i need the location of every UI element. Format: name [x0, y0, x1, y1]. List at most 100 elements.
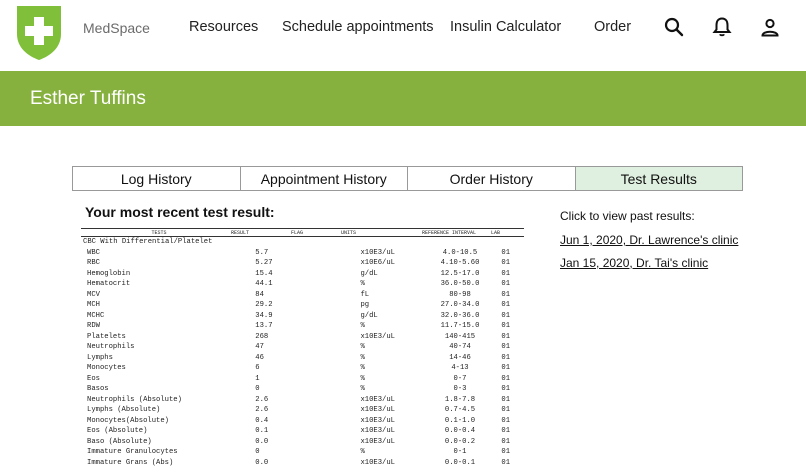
table-row: RBC 5.27 x10E6/uL 4.10-5.60 01 [81, 258, 524, 269]
tab-order-history[interactable]: Order History [408, 167, 576, 190]
test-name: Immature Grans (Abs) [87, 458, 174, 467]
test-result: 0.0 [255, 437, 269, 446]
test-name: MCV [87, 290, 100, 299]
table-row: Lymphs (Absolute) 2.6 x10E3/uL 0.7-4.5 01 [81, 405, 524, 416]
test-flag [307, 447, 321, 458]
table-row: MCHC 34.9 g/dL 32.0-36.0 01 [81, 311, 524, 322]
test-reference-interval: 140-415 [444, 332, 476, 341]
test-reference-interval: 27.0-34.0 [440, 301, 480, 309]
table-row: Neutrophils 47% 40-74 01 [81, 342, 524, 353]
test-flag [307, 342, 321, 353]
test-units: x10E3/uL [360, 248, 395, 257]
test-flag [307, 437, 321, 448]
test-reference-interval: 36.0-50.0 [440, 280, 480, 288]
nav-schedule-appointments[interactable]: Schedule appointments [282, 19, 434, 35]
test-lab: 01 [501, 395, 511, 404]
test-reference-interval: 12.5-17.0 [440, 269, 480, 278]
search-icon[interactable] [663, 16, 685, 38]
test-reference-interval: 4-13 [451, 364, 469, 372]
report-rows: WBC 5.7 x10E3/uL 4.0-10.5 01 RBC 5.27 x10E6/uL 4… [81, 248, 524, 469]
nav-order[interactable]: Order [594, 19, 631, 35]
test-flag [307, 416, 321, 427]
test-result: 0.4 [255, 416, 269, 425]
column-header-flag: FLAG [291, 229, 304, 236]
test-reference-interval: 0-1 [453, 448, 467, 456]
test-name: Platelets [87, 332, 126, 341]
bell-icon[interactable] [711, 16, 733, 38]
test-reference-interval: 0-3 [453, 385, 467, 393]
nav-insulin-calculator[interactable]: Insulin Calculator [450, 19, 561, 35]
nav-resources[interactable]: Resources [189, 19, 258, 35]
recent-result-heading: Your most recent test result: [85, 204, 275, 220]
test-name: Monocytes [87, 364, 126, 372]
past-result-link[interactable]: Jan 15, 2020, Dr. Tai's clinic [560, 256, 708, 270]
test-lab: 01 [501, 332, 511, 341]
test-units: % [360, 374, 365, 383]
table-row: MCV 84 fL 80-98 01 [81, 290, 524, 301]
table-row: MCH 29.2 pg 27.0-34.0 01 [81, 300, 524, 311]
test-result: 13.7 [255, 322, 273, 330]
top-navigation-bar: MedSpace Resources Schedule appointments… [0, 0, 806, 71]
test-units: % [360, 280, 365, 288]
test-flag [307, 258, 321, 269]
test-name: RBC [87, 259, 100, 267]
test-result: 46 [255, 353, 264, 362]
test-flag [307, 300, 321, 311]
test-reference-interval: 11.7-15.0 [440, 322, 480, 330]
test-result: 15.4 [255, 269, 273, 278]
test-name: Hematocrit [87, 280, 131, 288]
brand-name[interactable]: MedSpace [83, 20, 150, 36]
user-icon[interactable] [759, 16, 781, 38]
test-units: x10E6/uL [360, 259, 395, 267]
test-result: 6 [255, 364, 260, 372]
report-group-title: CBC With Differential/Platelet [83, 238, 213, 246]
test-result: 34.9 [255, 311, 273, 320]
test-name: Eos (Absolute) [87, 427, 148, 435]
test-units: % [360, 385, 365, 393]
test-lab: 01 [501, 322, 511, 330]
table-row: Eos (Absolute) 0.1 x10E3/uL 0.0-0.4 01 [81, 426, 524, 437]
test-lab: 01 [501, 427, 511, 435]
test-name: Monocytes(Absolute) [87, 416, 169, 425]
test-name: Lymphs [87, 353, 113, 362]
test-units: pg [360, 301, 370, 309]
lab-report: TESTS RESULT FLAG UNITS REFERENCE INTERV… [81, 228, 524, 468]
tab-test-results[interactable]: Test Results [575, 167, 742, 190]
past-result-link[interactable]: Jun 1, 2020, Dr. Lawrence's clinic [560, 233, 738, 247]
medspace-logo-icon[interactable] [16, 4, 62, 61]
test-lab: 01 [501, 416, 511, 425]
test-result: 5.27 [255, 259, 273, 267]
test-name: Neutrophils [87, 343, 135, 351]
patient-name-banner: Esther Tuffins [0, 71, 806, 126]
test-flag [307, 458, 321, 469]
test-reference-interval: 4.10-5.60 [440, 259, 480, 267]
test-flag [307, 395, 321, 406]
tab-log-history[interactable]: Log History [73, 167, 241, 190]
test-name: Immature Granulocytes [87, 448, 178, 456]
test-lab: 01 [501, 364, 511, 372]
test-units: x10E3/uL [360, 437, 395, 446]
test-lab: 01 [501, 301, 511, 309]
test-flag [307, 269, 321, 280]
test-lab: 01 [501, 343, 511, 351]
test-flag [307, 353, 321, 364]
test-reference-interval: 14-46 [449, 353, 471, 362]
table-row: Platelets 268 x10E3/uL 140-415 01 [81, 332, 524, 343]
table-row: Monocytes(Absolute) 0.4 x10E3/uL 0.1-1.0 01 [81, 416, 524, 427]
test-flag [307, 426, 321, 437]
test-reference-interval: 32.0-36.0 [440, 311, 480, 320]
test-result: 44.1 [255, 280, 273, 288]
table-row: Monocytes 6% 4-13 01 [81, 363, 524, 374]
tab-appointment-history[interactable]: Appointment History [241, 167, 408, 190]
test-reference-interval: 0.0-0.1 [444, 458, 476, 467]
column-header-lab: LAB [491, 229, 501, 236]
test-result: 268 [255, 332, 269, 341]
test-flag [307, 290, 321, 301]
test-flag [307, 311, 321, 322]
test-reference-interval: 0-7 [453, 374, 467, 383]
test-flag [307, 321, 321, 332]
test-lab: 01 [501, 280, 511, 288]
test-lab: 01 [501, 448, 511, 456]
test-units: g/dL [360, 269, 378, 278]
test-lab: 01 [501, 259, 511, 267]
